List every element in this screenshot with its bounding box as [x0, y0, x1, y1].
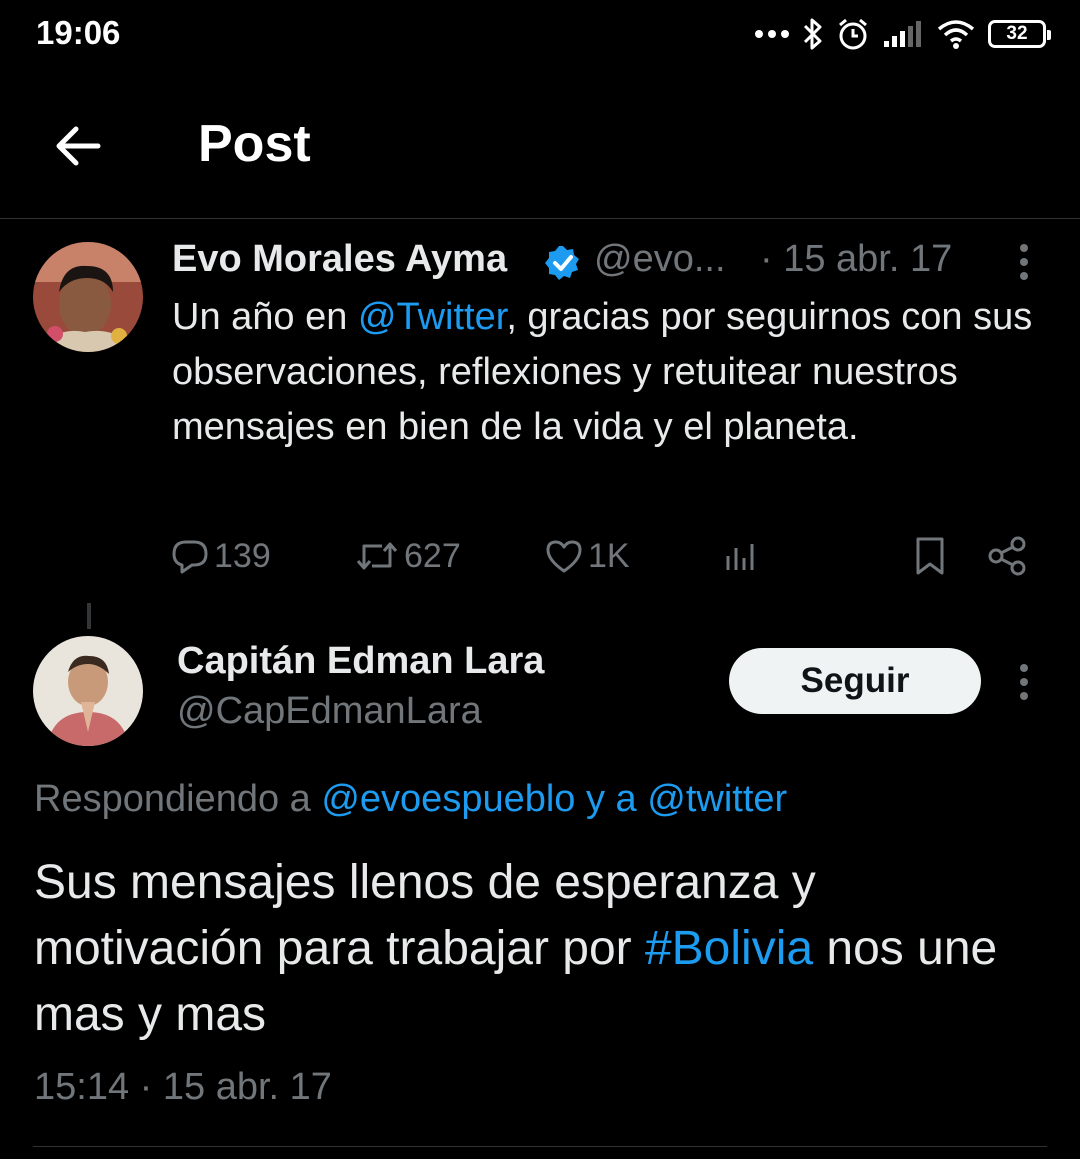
status-time: 19:06	[36, 14, 121, 51]
share-button[interactable]	[986, 528, 1028, 584]
reply-icon	[172, 540, 208, 574]
bookmark-icon	[916, 537, 944, 575]
replying-to-links[interactable]: @evoespueblo y a @twitter	[321, 778, 787, 820]
bluetooth-icon	[803, 18, 822, 50]
alarm-icon	[839, 18, 867, 50]
reply-action[interactable]: 139	[170, 528, 271, 584]
analytics-icon	[726, 544, 754, 570]
hashtag-link[interactable]: #Bolivia	[645, 922, 813, 975]
avatar[interactable]	[33, 242, 143, 352]
page-title: Post	[198, 115, 311, 173]
thread-line	[87, 603, 91, 629]
avatar-image	[33, 636, 143, 746]
arrow-left-icon	[56, 126, 101, 166]
verified-badge-icon	[545, 246, 579, 280]
mention-link[interactable]: @Twitter	[358, 296, 506, 338]
retweet-icon	[356, 542, 398, 570]
author-handle[interactable]: @evo...	[594, 238, 726, 281]
like-count: 1K	[588, 536, 630, 575]
avatar[interactable]	[33, 636, 143, 746]
replying-prefix: Respondiendo a	[34, 778, 322, 820]
more-options-button[interactable]	[1010, 240, 1038, 284]
author-handle[interactable]: @CapEdmanLara	[177, 690, 482, 733]
reply-count: 139	[214, 536, 271, 575]
retweet-action[interactable]: 627	[354, 528, 461, 584]
tweet-date[interactable]: · 15 abr. 17	[760, 238, 952, 281]
avatar-image	[33, 242, 143, 352]
reply-timestamp[interactable]: 15:14 · 15 abr. 17	[34, 1066, 332, 1109]
signal-icon	[884, 21, 921, 47]
views-action[interactable]	[722, 528, 762, 584]
wifi-icon	[937, 20, 975, 49]
retweet-count: 627	[404, 536, 461, 575]
follow-button[interactable]: Seguir	[729, 648, 981, 714]
like-action[interactable]: 1K	[544, 528, 630, 584]
battery-icon: 32	[988, 20, 1051, 48]
more-dots-icon	[755, 30, 789, 38]
bookmark-button[interactable]	[912, 528, 948, 584]
tweet-text: Un año en @Twitter, gracias por seguirno…	[172, 290, 1052, 455]
heart-icon	[546, 540, 582, 573]
more-options-button[interactable]	[1010, 660, 1038, 704]
author-name[interactable]: Evo Morales Ayma	[172, 238, 507, 281]
status-icons: 32	[754, 14, 1051, 54]
more-vertical-icon	[1020, 244, 1028, 280]
author-name[interactable]: Capitán Edman Lara	[177, 640, 544, 683]
bottom-divider	[33, 1146, 1047, 1147]
reply-text: Sus mensajes llenos de esperanza y motiv…	[34, 850, 1044, 1048]
share-icon	[988, 536, 1026, 576]
header-divider	[0, 218, 1080, 219]
back-button[interactable]	[50, 118, 106, 174]
replying-to: Respondiendo a @evoespueblo y a @twitter	[34, 778, 787, 821]
tweet-text-start: Un año en	[172, 296, 358, 338]
more-vertical-icon	[1020, 664, 1028, 700]
